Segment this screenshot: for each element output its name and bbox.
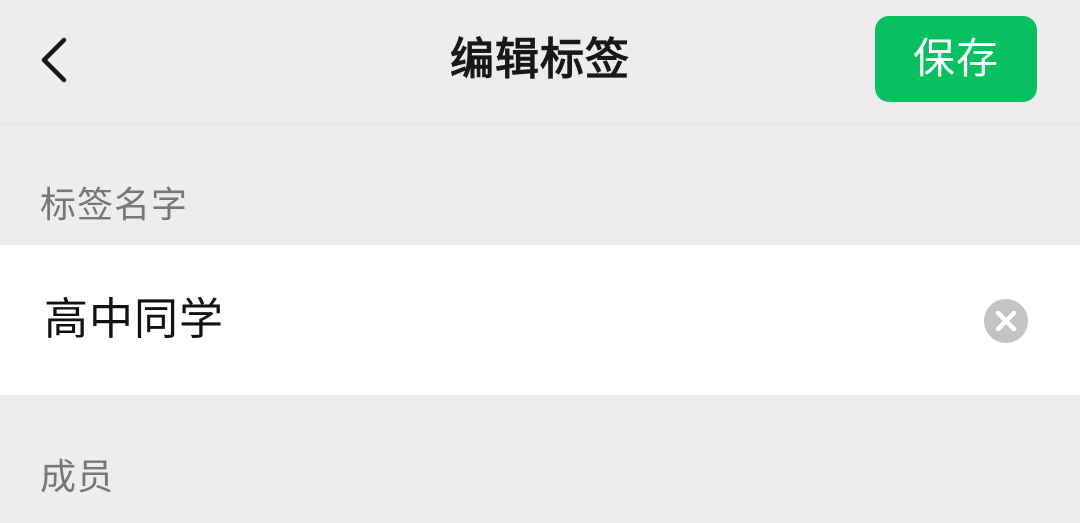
tag-name-label: 标签名字 — [40, 185, 189, 226]
tag-name-input[interactable]: 高中同学 — [44, 295, 224, 345]
save-button[interactable]: 保存 — [875, 16, 1037, 102]
navigation-bar: 编辑标签 保存 — [0, 0, 1080, 125]
members-label: 成员 — [40, 457, 115, 498]
edit-tag-page: 编辑标签 保存 标签名字 高中同学 成员 — [0, 0, 1080, 523]
tag-name-input-row: 高中同学 — [0, 245, 1080, 395]
clear-circle-icon[interactable] — [984, 299, 1028, 343]
